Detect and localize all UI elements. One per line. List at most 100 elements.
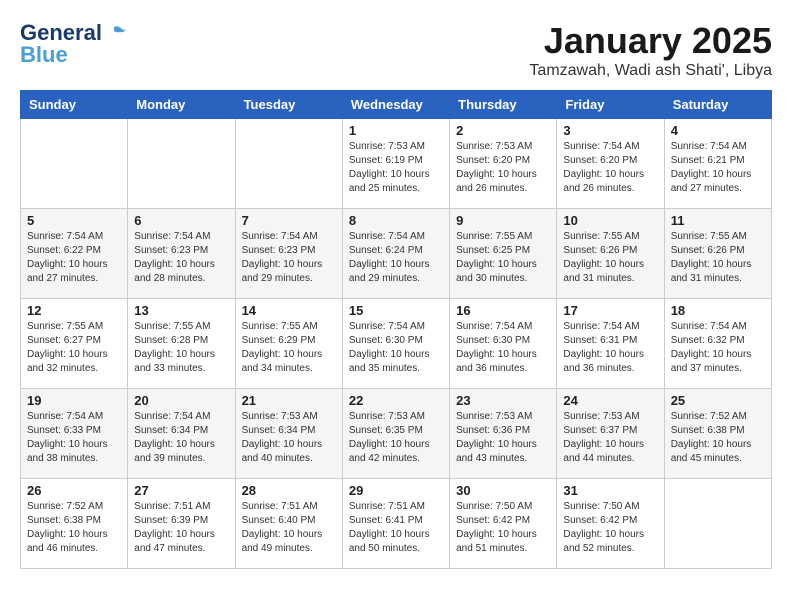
cell-date-number: 22 xyxy=(349,393,443,408)
cell-info-text: Sunrise: 7:53 AM Sunset: 6:35 PM Dayligh… xyxy=(349,410,443,466)
calendar-cell xyxy=(664,479,771,569)
cell-info-text: Sunrise: 7:53 AM Sunset: 6:36 PM Dayligh… xyxy=(456,410,550,466)
cell-info-text: Sunrise: 7:51 AM Sunset: 6:39 PM Dayligh… xyxy=(134,500,228,556)
calendar-cell: 20 Sunrise: 7:54 AM Sunset: 6:34 PM Dayli… xyxy=(128,389,235,479)
cell-date-number: 31 xyxy=(563,483,657,498)
cell-date-number: 18 xyxy=(671,303,765,318)
cell-info-text: Sunrise: 7:54 AM Sunset: 6:20 PM Dayligh… xyxy=(563,140,657,196)
cell-date-number: 6 xyxy=(134,213,228,228)
calendar-cell: 23 Sunrise: 7:53 AM Sunset: 6:36 PM Dayli… xyxy=(450,389,557,479)
cell-date-number: 13 xyxy=(134,303,228,318)
cell-date-number: 8 xyxy=(349,213,443,228)
calendar-cell: 15 Sunrise: 7:54 AM Sunset: 6:30 PM Dayli… xyxy=(342,299,449,389)
cell-date-number: 10 xyxy=(563,213,657,228)
cell-info-text: Sunrise: 7:53 AM Sunset: 6:20 PM Dayligh… xyxy=(456,140,550,196)
calendar-cell: 31 Sunrise: 7:50 AM Sunset: 6:42 PM Dayli… xyxy=(557,479,664,569)
day-header-tuesday: Tuesday xyxy=(235,91,342,119)
cell-info-text: Sunrise: 7:53 AM Sunset: 6:34 PM Dayligh… xyxy=(242,410,336,466)
cell-date-number: 3 xyxy=(563,123,657,138)
week-row-5: 26Sunrise: 7:52 AM Sunset: 6:38 PM Dayli… xyxy=(21,479,772,569)
calendar-header-row: SundayMondayTuesdayWednesdayThursdayFrid… xyxy=(21,91,772,119)
calendar-cell: 24 Sunrise: 7:53 AM Sunset: 6:37 PM Dayli… xyxy=(557,389,664,479)
cell-info-text: Sunrise: 7:54 AM Sunset: 6:30 PM Dayligh… xyxy=(349,320,443,376)
logo-bird-icon xyxy=(104,25,126,41)
cell-date-number: 1 xyxy=(349,123,443,138)
cell-info-text: Sunrise: 7:51 AM Sunset: 6:41 PM Dayligh… xyxy=(349,500,443,556)
calendar-cell: 3 Sunrise: 7:54 AM Sunset: 6:20 PM Daylig… xyxy=(557,119,664,209)
cell-info-text: Sunrise: 7:54 AM Sunset: 6:23 PM Dayligh… xyxy=(242,230,336,286)
cell-info-text: Sunrise: 7:53 AM Sunset: 6:37 PM Dayligh… xyxy=(563,410,657,466)
cell-info-text: Sunrise: 7:50 AM Sunset: 6:42 PM Dayligh… xyxy=(456,500,550,556)
page-header: General Blue January 2025 Tamzawah, Wadi… xyxy=(20,20,772,80)
cell-info-text: Sunrise: 7:54 AM Sunset: 6:32 PM Dayligh… xyxy=(671,320,765,376)
cell-info-text: Sunrise: 7:55 AM Sunset: 6:29 PM Dayligh… xyxy=(242,320,336,376)
calendar-table: SundayMondayTuesdayWednesdayThursdayFrid… xyxy=(20,90,772,569)
cell-info-text: Sunrise: 7:55 AM Sunset: 6:28 PM Dayligh… xyxy=(134,320,228,376)
calendar-cell: 22 Sunrise: 7:53 AM Sunset: 6:35 PM Dayli… xyxy=(342,389,449,479)
calendar-cell: 16Sunrise: 7:54 AM Sunset: 6:30 PM Dayli… xyxy=(450,299,557,389)
cell-info-text: Sunrise: 7:54 AM Sunset: 6:23 PM Dayligh… xyxy=(134,230,228,286)
cell-date-number: 2 xyxy=(456,123,550,138)
cell-date-number: 30 xyxy=(456,483,550,498)
cell-date-number: 19 xyxy=(27,393,121,408)
cell-date-number: 23 xyxy=(456,393,550,408)
day-header-monday: Monday xyxy=(128,91,235,119)
week-row-4: 19 Sunrise: 7:54 AM Sunset: 6:33 PM Dayli… xyxy=(21,389,772,479)
cell-date-number: 15 xyxy=(349,303,443,318)
calendar-cell: 27Sunrise: 7:51 AM Sunset: 6:39 PM Dayli… xyxy=(128,479,235,569)
cell-info-text: Sunrise: 7:54 AM Sunset: 6:34 PM Dayligh… xyxy=(134,410,228,466)
calendar-cell: 21Sunrise: 7:53 AM Sunset: 6:34 PM Dayli… xyxy=(235,389,342,479)
cell-date-number: 7 xyxy=(242,213,336,228)
calendar-cell: 8 Sunrise: 7:54 AM Sunset: 6:24 PM Daylig… xyxy=(342,209,449,299)
calendar-cell: 13 Sunrise: 7:55 AM Sunset: 6:28 PM Dayli… xyxy=(128,299,235,389)
calendar-cell xyxy=(21,119,128,209)
cell-info-text: Sunrise: 7:54 AM Sunset: 6:21 PM Dayligh… xyxy=(671,140,765,196)
day-header-thursday: Thursday xyxy=(450,91,557,119)
cell-date-number: 25 xyxy=(671,393,765,408)
cell-info-text: Sunrise: 7:54 AM Sunset: 6:22 PM Dayligh… xyxy=(27,230,121,286)
calendar-cell: 1 Sunrise: 7:53 AM Sunset: 6:19 PM Daylig… xyxy=(342,119,449,209)
cell-date-number: 26 xyxy=(27,483,121,498)
cell-date-number: 5 xyxy=(27,213,121,228)
cell-info-text: Sunrise: 7:53 AM Sunset: 6:19 PM Dayligh… xyxy=(349,140,443,196)
calendar-cell: 25Sunrise: 7:52 AM Sunset: 6:38 PM Dayli… xyxy=(664,389,771,479)
cell-info-text: Sunrise: 7:55 AM Sunset: 6:26 PM Dayligh… xyxy=(563,230,657,286)
day-header-wednesday: Wednesday xyxy=(342,91,449,119)
calendar-cell: 11 Sunrise: 7:55 AM Sunset: 6:26 PM Dayli… xyxy=(664,209,771,299)
cell-info-text: Sunrise: 7:50 AM Sunset: 6:42 PM Dayligh… xyxy=(563,500,657,556)
calendar-cell: 10 Sunrise: 7:55 AM Sunset: 6:26 PM Dayli… xyxy=(557,209,664,299)
month-title: January 2025 xyxy=(529,20,772,62)
cell-date-number: 28 xyxy=(242,483,336,498)
location: Tamzawah, Wadi ash Shati', Libya xyxy=(529,62,772,80)
cell-date-number: 11 xyxy=(671,213,765,228)
cell-info-text: Sunrise: 7:55 AM Sunset: 6:26 PM Dayligh… xyxy=(671,230,765,286)
cell-date-number: 24 xyxy=(563,393,657,408)
calendar-cell: 19 Sunrise: 7:54 AM Sunset: 6:33 PM Dayli… xyxy=(21,389,128,479)
calendar-cell: 2 Sunrise: 7:53 AM Sunset: 6:20 PM Daylig… xyxy=(450,119,557,209)
calendar-cell: 18 Sunrise: 7:54 AM Sunset: 6:32 PM Dayli… xyxy=(664,299,771,389)
cell-date-number: 17 xyxy=(563,303,657,318)
calendar-cell: 12Sunrise: 7:55 AM Sunset: 6:27 PM Dayli… xyxy=(21,299,128,389)
day-header-saturday: Saturday xyxy=(664,91,771,119)
calendar-cell: 9Sunrise: 7:55 AM Sunset: 6:25 PM Daylig… xyxy=(450,209,557,299)
cell-info-text: Sunrise: 7:54 AM Sunset: 6:31 PM Dayligh… xyxy=(563,320,657,376)
cell-date-number: 9 xyxy=(456,213,550,228)
cell-info-text: Sunrise: 7:54 AM Sunset: 6:33 PM Dayligh… xyxy=(27,410,121,466)
cell-info-text: Sunrise: 7:55 AM Sunset: 6:27 PM Dayligh… xyxy=(27,320,121,376)
calendar-cell: 4 Sunrise: 7:54 AM Sunset: 6:21 PM Daylig… xyxy=(664,119,771,209)
cell-date-number: 4 xyxy=(671,123,765,138)
cell-info-text: Sunrise: 7:54 AM Sunset: 6:24 PM Dayligh… xyxy=(349,230,443,286)
calendar-cell: 14 Sunrise: 7:55 AM Sunset: 6:29 PM Dayli… xyxy=(235,299,342,389)
calendar-cell: 26Sunrise: 7:52 AM Sunset: 6:38 PM Dayli… xyxy=(21,479,128,569)
calendar-cell xyxy=(128,119,235,209)
cell-date-number: 20 xyxy=(134,393,228,408)
logo-text-blue: Blue xyxy=(20,42,68,68)
cell-date-number: 14 xyxy=(242,303,336,318)
logo: General Blue xyxy=(20,20,126,68)
calendar-cell xyxy=(235,119,342,209)
day-header-sunday: Sunday xyxy=(21,91,128,119)
week-row-3: 12Sunrise: 7:55 AM Sunset: 6:27 PM Dayli… xyxy=(21,299,772,389)
title-block: January 2025 Tamzawah, Wadi ash Shati', … xyxy=(529,20,772,80)
calendar-cell: 30 Sunrise: 7:50 AM Sunset: 6:42 PM Dayli… xyxy=(450,479,557,569)
day-header-friday: Friday xyxy=(557,91,664,119)
